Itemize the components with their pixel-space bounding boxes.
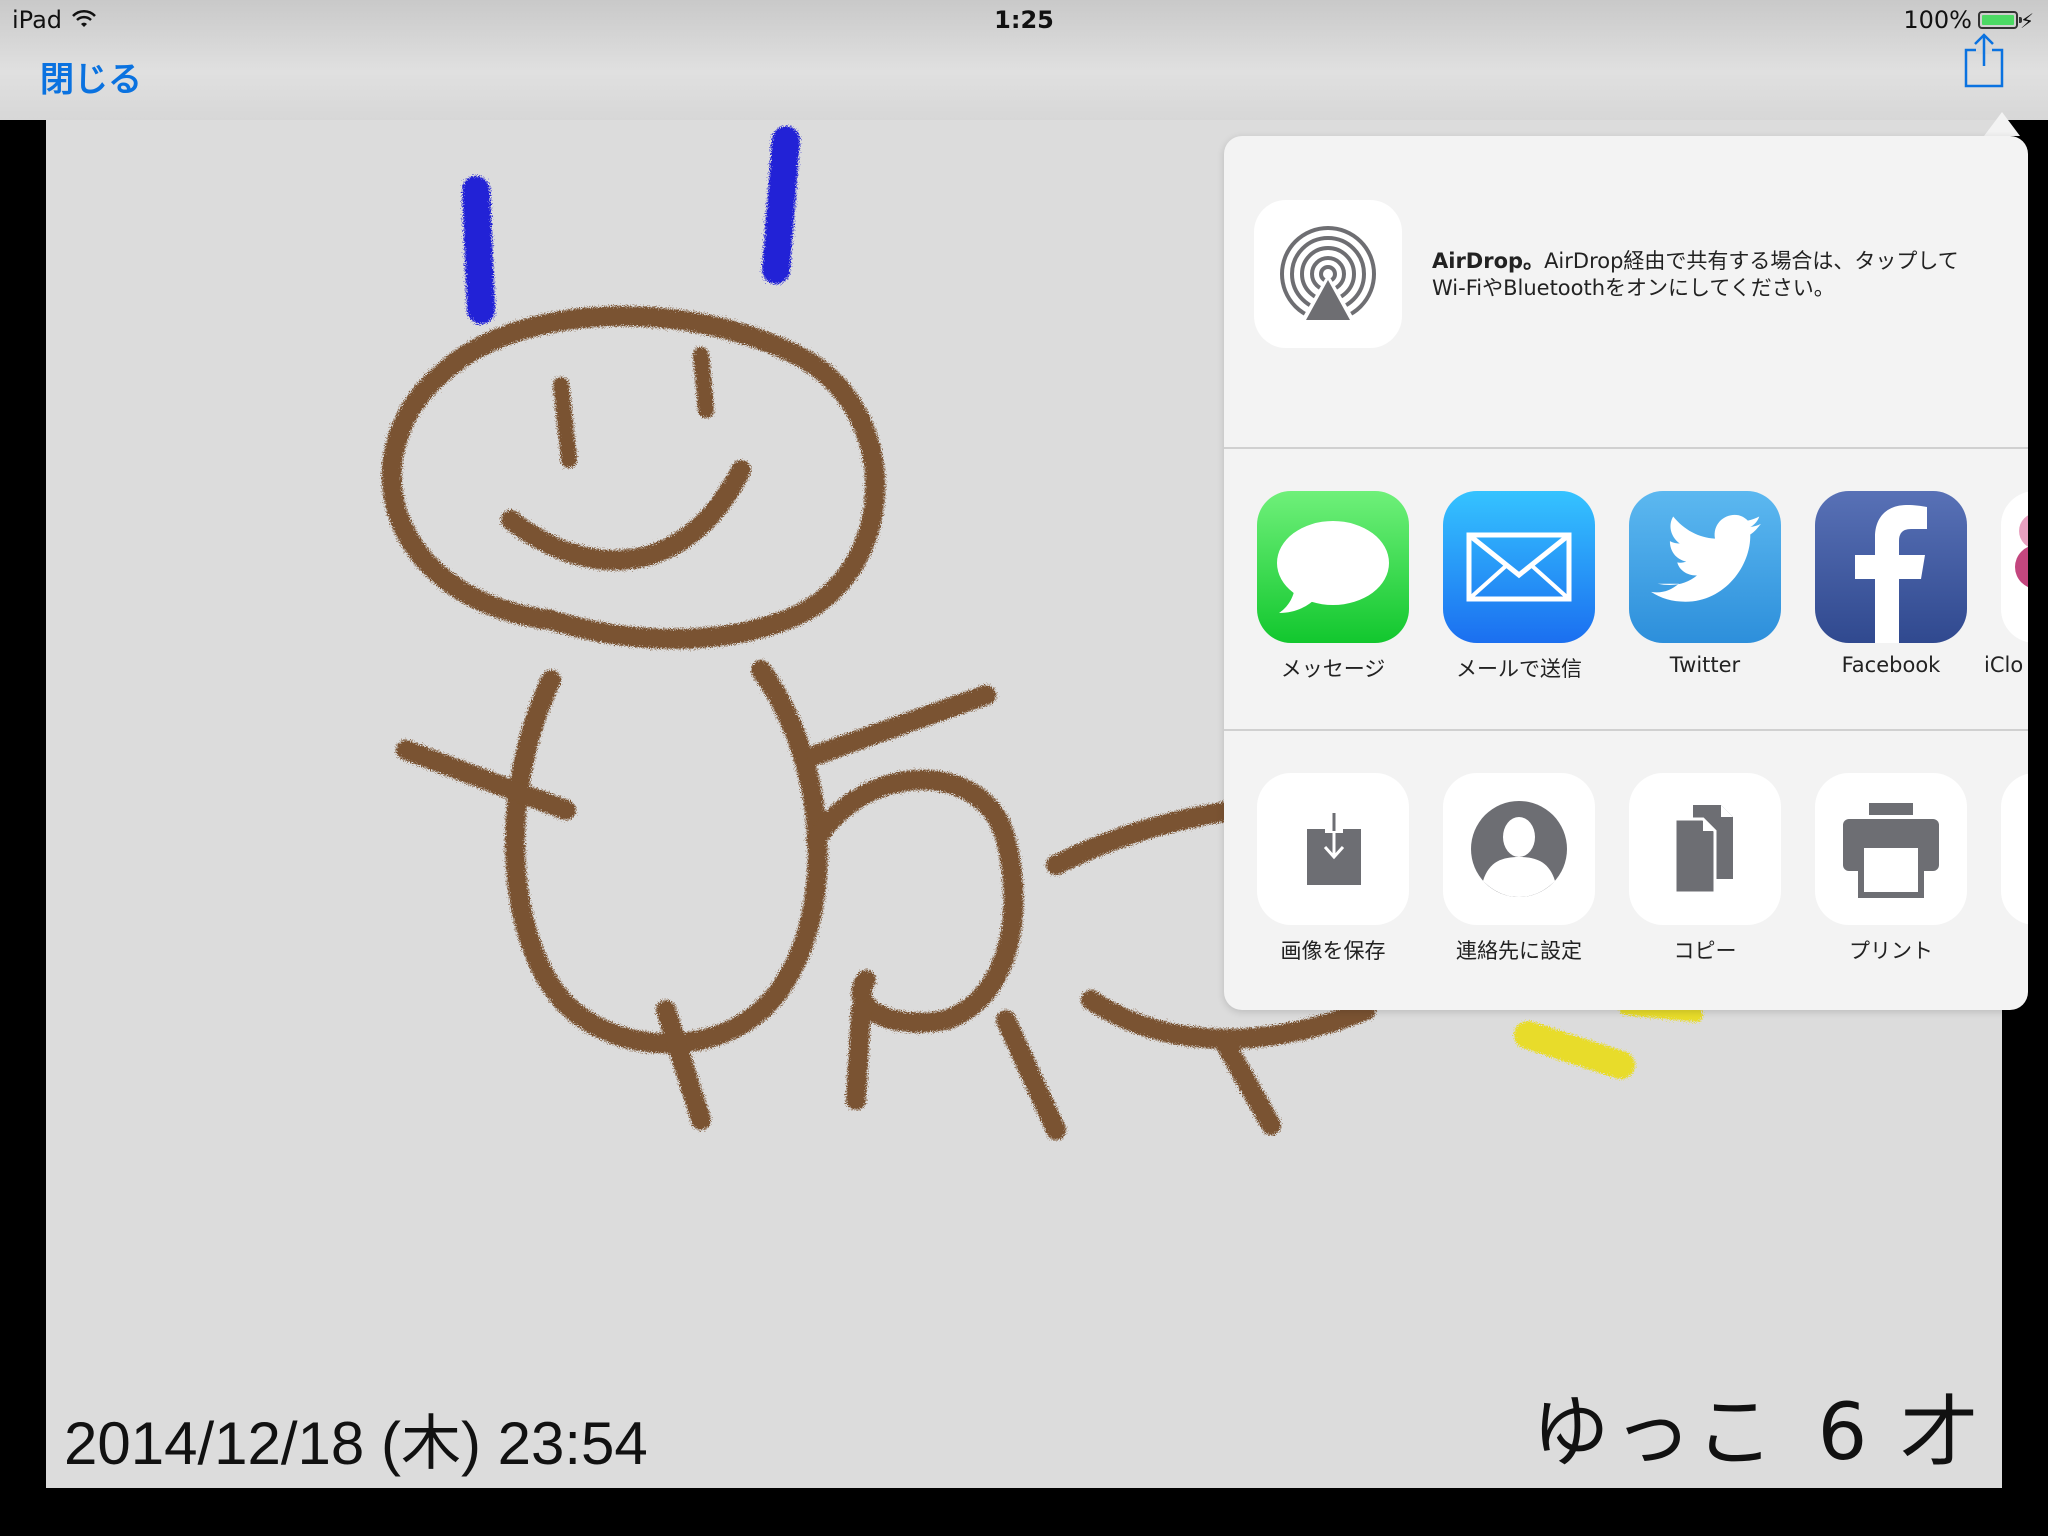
print-icon [1815,773,1967,925]
top-bar: iPad 1:25 100% ⚡ 閉じる [0,0,2048,120]
artist-info: ゆっこ 6 才 [1532,1370,1982,1482]
drawing-eye-left [553,377,577,468]
share-sheet: AirDrop。AirDrop経由で共有する場合は、タップしてWi-FiやBlu… [1224,136,2028,1010]
share-twitter-button[interactable]: Twitter [1612,491,1798,677]
share-icloud-photo-button[interactable]: iClo [1984,491,2028,677]
share-icon[interactable] [1962,32,2006,88]
twitter-icon [1629,491,1781,643]
drawing-timestamp: 2014/12/18 (木) 23:54 [64,1410,648,1477]
battery-icon [1978,11,2022,29]
share-facebook-label: Facebook [1841,653,1941,677]
drawing-arm-right [806,685,996,765]
drawing-yellow-mark [1514,1021,1635,1079]
share-apps-row: メッセージ メールで送信 Twitter Facebook iClo [1224,449,2028,731]
share-messages-button[interactable]: メッセージ [1240,491,1426,683]
share-twitter-label: Twitter [1669,653,1741,677]
share-mail-label: メールで送信 [1456,657,1582,681]
share-actions-row: 画像を保存 連絡先に設定 コピー プリント [1224,731,2028,1010]
artist-name: ゆっこ [1531,1388,1778,1478]
close-button[interactable]: 閉じる [40,52,142,101]
icloud-photo-icon [2001,491,2028,643]
print-label: プリント [1849,939,1933,963]
facebook-icon [1815,491,1967,643]
airdrop-title: AirDrop。 [1432,249,1545,273]
save-image-label: 画像を保存 [1280,939,1386,963]
drawing-leg-3 [996,1010,1066,1140]
drawing-antenna-right [762,126,800,284]
drawing-eye-right [693,347,714,418]
save-image-icon [1257,773,1409,925]
drawing-tail-top [1046,800,1246,875]
airdrop-section[interactable]: AirDrop。AirDrop経由で共有する場合は、タップしてWi-FiやBlu… [1224,136,2028,449]
more-action-button[interactable] [1984,773,2028,925]
drawing-segment [806,770,1024,1033]
save-image-button[interactable]: 画像を保存 [1240,773,1426,965]
status-time: 1:25 [994,6,1054,34]
assign-contact-label: 連絡先に設定 [1456,939,1582,963]
artist-age: 6 才 [1817,1388,1982,1478]
drawing-antenna-left [462,176,495,324]
copy-icon [1629,773,1781,925]
drawing-leg-1 [656,1000,711,1130]
mail-icon [1443,491,1595,643]
assign-contact-icon [1443,773,1595,925]
messages-icon [1257,491,1409,643]
more-action-icon [2001,773,2028,925]
drawing-arm-left [396,740,576,820]
share-messages-label: メッセージ [1280,657,1386,681]
copy-button[interactable]: コピー [1612,773,1798,965]
airdrop-icon[interactable] [1254,200,1402,348]
drawing-mouth [501,460,751,571]
drawing-leg-2 [846,1000,871,1110]
print-button[interactable]: プリント [1798,773,1984,965]
drawing-leg-4 [1216,1035,1281,1135]
battery-percent: 100% [1903,6,1972,34]
popover-arrow [1984,112,2020,136]
drawing-body [505,660,828,1054]
assign-contact-button[interactable]: 連絡先に設定 [1426,773,1612,965]
share-icloud-label: iClo [1984,653,2024,677]
share-facebook-button[interactable]: Facebook [1798,491,1984,677]
copy-label: コピー [1673,939,1737,963]
share-mail-button[interactable]: メールで送信 [1426,491,1612,683]
drawing-head [381,306,886,649]
charging-icon: ⚡ [2019,9,2034,33]
airdrop-description: AirDrop。AirDrop経由で共有する場合は、タップしてWi-FiやBlu… [1432,248,1992,302]
